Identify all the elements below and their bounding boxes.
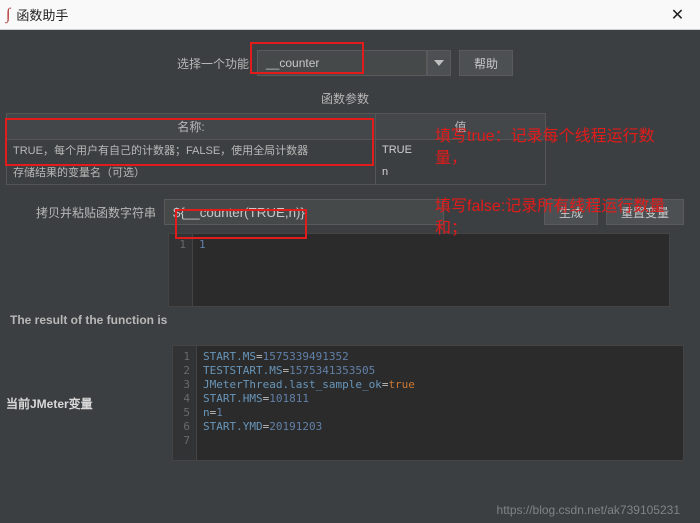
vars-lines: START.MS=1575339491352 TESTSTART.MS=1575… [197, 346, 421, 460]
params-table-header: 名称: 值 [7, 114, 545, 140]
reset-vars-button[interactable]: 重置变量 [606, 199, 684, 225]
function-select-label: 选择一个功能 [177, 55, 249, 72]
function-select-dropdown[interactable] [427, 50, 451, 76]
code-line: TESTSTART.MS=1575341353505 [203, 364, 415, 378]
line-number: 6 [173, 420, 190, 434]
window-title: 函数助手 [16, 5, 68, 24]
code-line: JMeterThread.last_sample_ok=true [203, 378, 415, 392]
vars-gutter: 1 2 3 4 5 6 7 [173, 346, 197, 460]
code-line [203, 434, 415, 448]
table-row: TRUE，每个用户有自己的计数器；FALSE，使用全局计数器 TRUE [7, 140, 545, 162]
code-line: START.YMD=20191203 [203, 420, 415, 434]
result-gutter: 1 [169, 234, 193, 306]
generate-button[interactable]: 生成 [544, 199, 598, 225]
function-select[interactable]: __counter [257, 50, 451, 76]
close-button[interactable]: ✕ [655, 0, 700, 30]
vars-row: 当前JMeter变量 1 2 3 4 5 6 7 START.MS=157533… [6, 345, 684, 461]
line-number: 2 [173, 364, 190, 378]
code-line: START.HMS=101811 [203, 392, 415, 406]
code-line: n=1 [203, 406, 415, 420]
function-select-row: 选择一个功能 __counter 帮助 [6, 50, 684, 76]
titlebar: ∫ 函数助手 ✕ [0, 0, 700, 30]
params-col-value: 值 [375, 114, 545, 140]
dialog-body: 选择一个功能 __counter 帮助 函数参数 名称: 值 TRUE，每个用户… [0, 30, 700, 461]
line-number: 7 [173, 434, 190, 448]
table-row: 存储结果的变量名（可选） n [7, 162, 545, 184]
close-icon: ✕ [671, 5, 684, 25]
generate-row: 拷贝并粘贴函数字符串 生成 重置变量 [36, 199, 684, 225]
param-name: 存储结果的变量名（可选） [7, 162, 375, 184]
vars-label: 当前JMeter变量 [6, 395, 162, 412]
watermark: https://blog.csdn.net/ak739105231 [497, 503, 680, 517]
line-number: 1 [169, 238, 186, 252]
help-button[interactable]: 帮助 [459, 50, 513, 76]
function-string-input[interactable] [164, 199, 444, 225]
result-lines: 1 [193, 234, 212, 306]
dialog-window: ∫ 函数助手 ✕ 选择一个功能 __counter 帮助 函数参数 名称: 值 [0, 0, 700, 523]
generate-label: 拷贝并粘贴函数字符串 [36, 204, 156, 221]
code-line: 1 [199, 238, 206, 252]
result-label: The result of the function is [10, 313, 684, 327]
param-name: TRUE，每个用户有自己的计数器；FALSE，使用全局计数器 [7, 140, 375, 162]
app-icon: ∫ [6, 6, 10, 24]
code-line: START.MS=1575339491352 [203, 350, 415, 364]
param-value[interactable]: n [375, 162, 545, 184]
line-number: 1 [173, 350, 190, 364]
chevron-down-icon [434, 60, 444, 66]
params-table-body: TRUE，每个用户有自己的计数器；FALSE，使用全局计数器 TRUE 存储结果… [7, 140, 545, 184]
params-col-name: 名称: [7, 114, 375, 140]
params-table: 名称: 值 TRUE，每个用户有自己的计数器；FALSE，使用全局计数器 TRU… [6, 113, 546, 185]
line-number: 4 [173, 392, 190, 406]
result-code: 1 1 [168, 233, 670, 307]
line-number: 3 [173, 378, 190, 392]
params-section-title: 函数参数 [6, 90, 684, 107]
vars-code: 1 2 3 4 5 6 7 START.MS=1575339491352 TES… [172, 345, 684, 461]
param-value[interactable]: TRUE [375, 140, 545, 162]
function-select-value: __counter [257, 50, 427, 76]
line-number: 5 [173, 406, 190, 420]
